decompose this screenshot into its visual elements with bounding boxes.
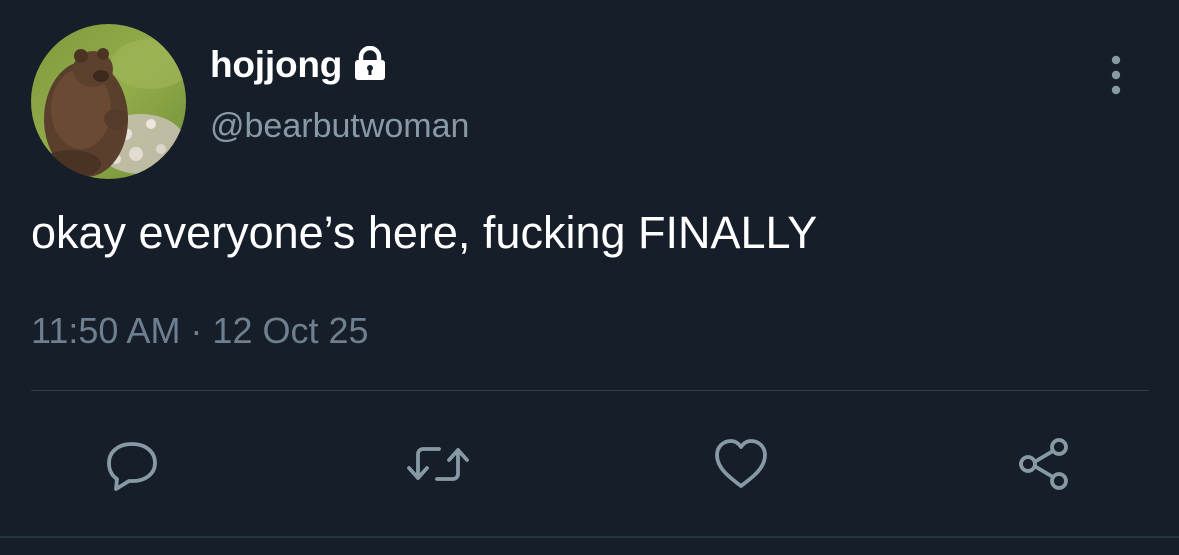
divider: [31, 390, 1149, 391]
retweet-button[interactable]: [406, 432, 470, 496]
heart-icon: [715, 439, 767, 488]
tweet-timestamp[interactable]: 11:50 AM · 12 Oct 25: [31, 309, 369, 352]
tweet-text: okay everyone’s here, fucking FINALLY: [31, 207, 818, 258]
user-name-row: hojjong: [210, 38, 388, 90]
reply-button[interactable]: [100, 432, 164, 496]
like-button[interactable]: [709, 432, 773, 496]
display-name[interactable]: hojjong: [210, 46, 342, 83]
avatar-image: [31, 24, 186, 179]
more-vertical-icon[interactable]: [1103, 52, 1129, 98]
share-button[interactable]: [1012, 432, 1076, 496]
user-handle[interactable]: @bearbutwoman: [210, 106, 469, 147]
lock-icon: [352, 45, 388, 87]
retweet-icon: [407, 447, 469, 481]
reply-icon: [107, 442, 157, 491]
avatar[interactable]: [31, 24, 186, 179]
share-icon: [1019, 438, 1068, 490]
bottom-divider: [0, 536, 1179, 538]
